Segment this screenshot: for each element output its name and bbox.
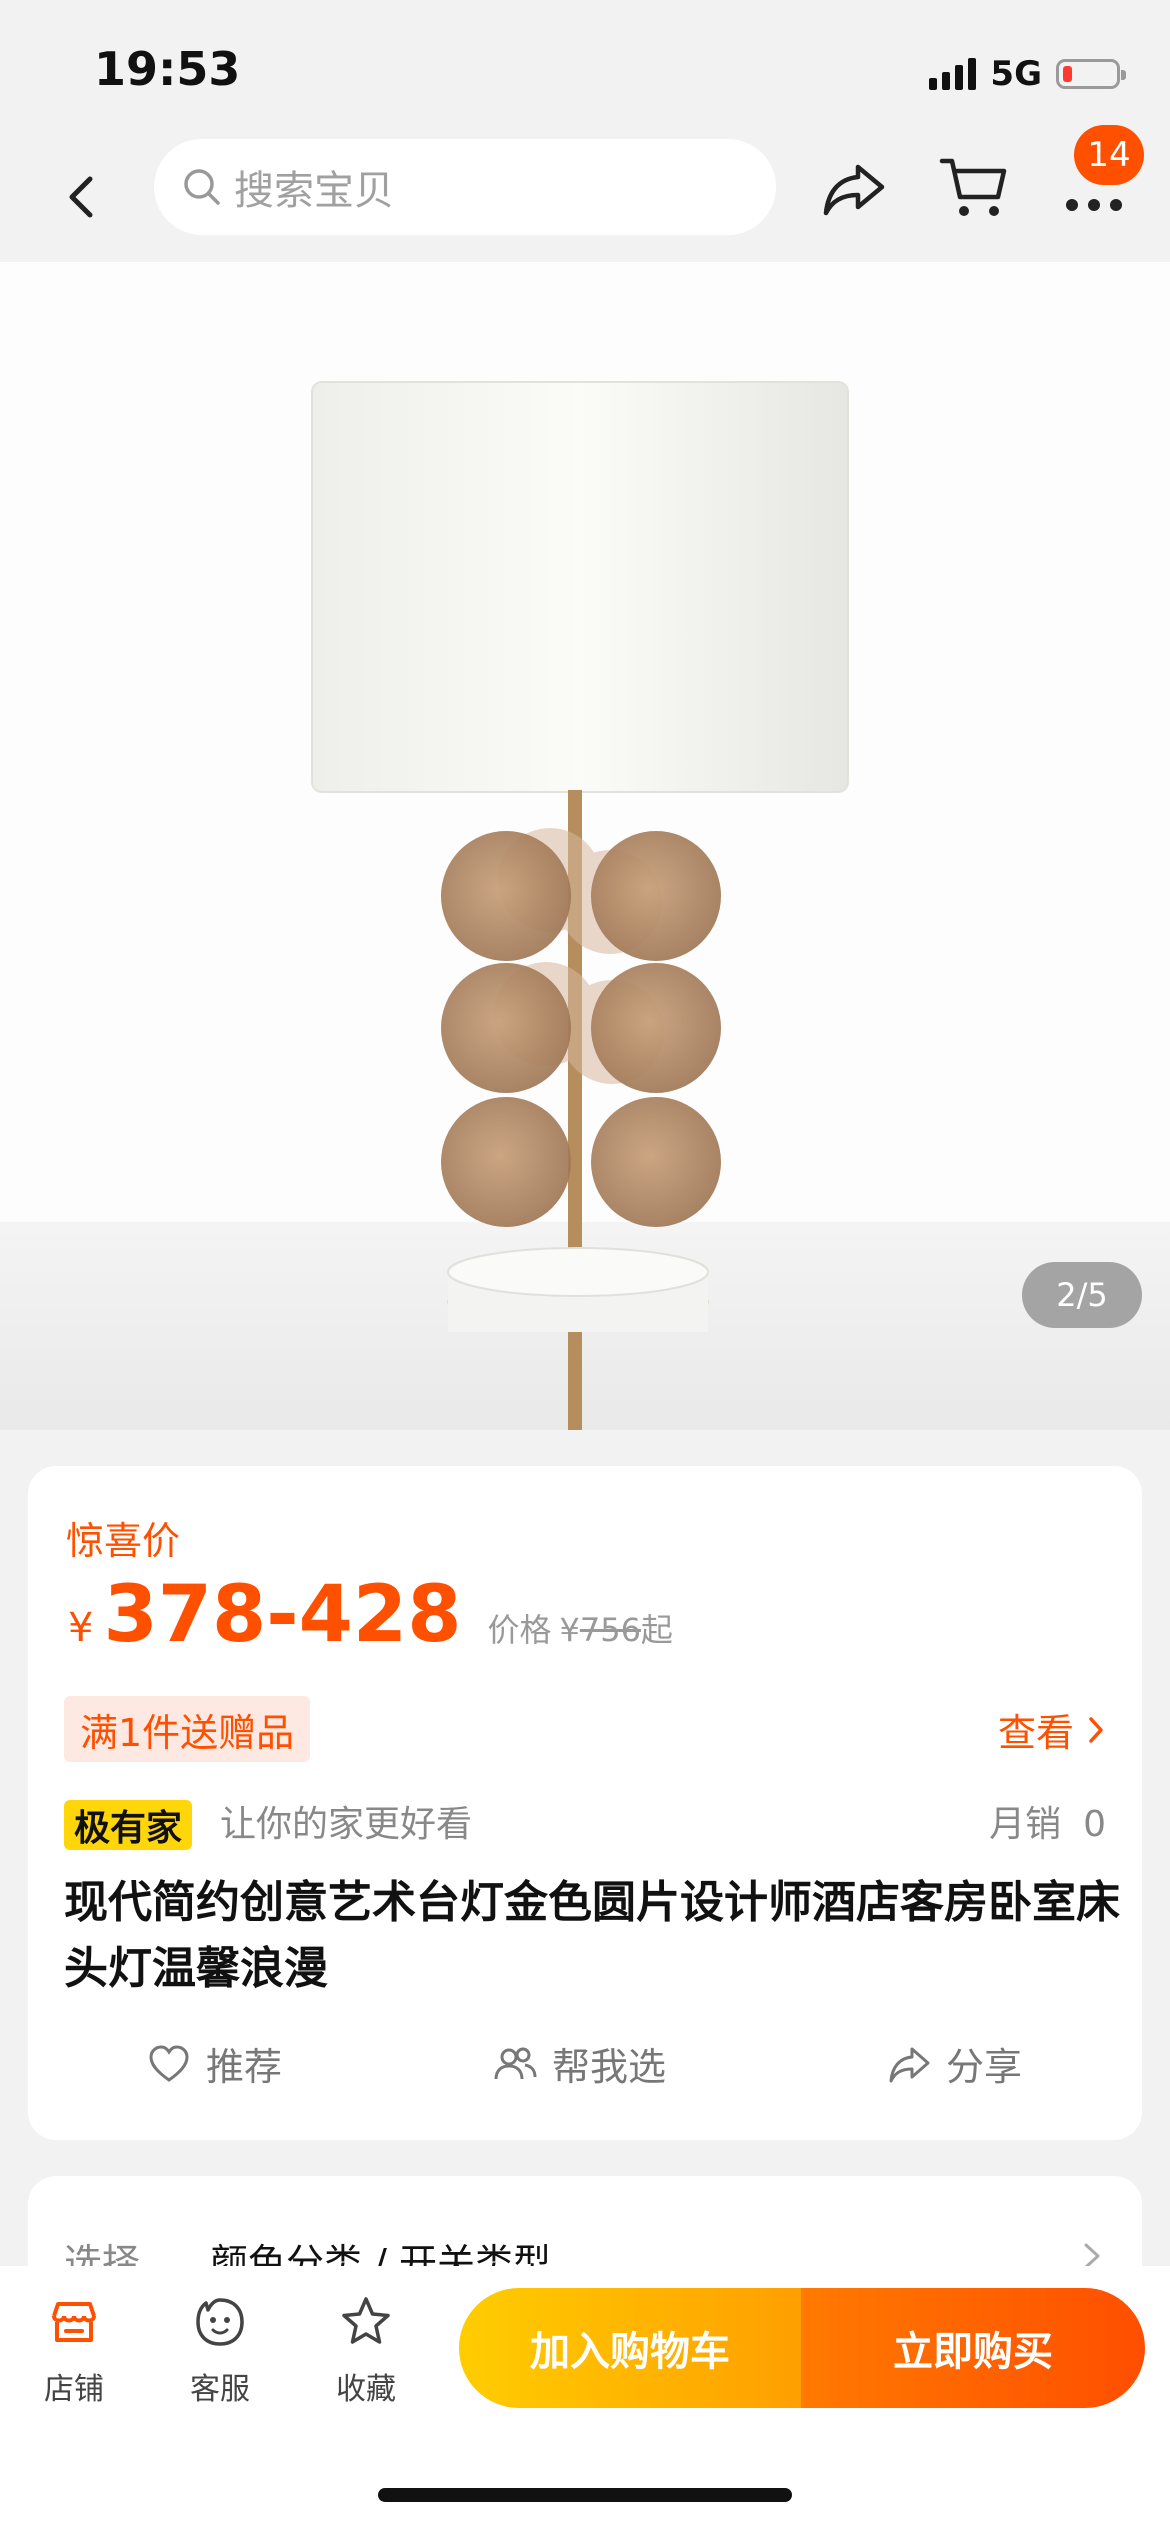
buy-now-button[interactable]: 立即购买	[801, 2288, 1145, 2408]
price-value: 378-428	[103, 1570, 462, 1660]
top-nav: 搜索宝贝 14	[0, 125, 1170, 260]
favorite-button[interactable]: 收藏	[306, 2294, 426, 2408]
store-label: 店铺	[44, 2372, 104, 2407]
star-icon	[342, 2297, 390, 2344]
help-choose-label: 帮我选	[552, 2045, 667, 2089]
currency-symbol: ¥	[68, 1605, 94, 1651]
status-time: 19:53	[94, 42, 241, 96]
promo-view-link[interactable]: 查看	[998, 1702, 1106, 1757]
share-action-button[interactable]: 分享	[886, 2036, 1022, 2091]
product-info-card: 惊喜价 ¥ 378-428 价格 ¥ 756 起 满1件送赠品 查看 极有家 让…	[28, 1466, 1142, 2140]
customer-service-button[interactable]: 客服	[160, 2294, 280, 2408]
price-tag-label: 惊喜价	[66, 1519, 181, 1563]
original-price-label: 价格	[487, 1611, 552, 1649]
heart-icon	[149, 2044, 189, 2082]
brand-badge: 极有家	[64, 1800, 193, 1850]
status-indicators: 5G	[929, 52, 1126, 96]
customer-service-label: 客服	[190, 2372, 250, 2407]
promo-view-label: 查看	[997, 1711, 1074, 1755]
product-image-gallery[interactable]: 2/5	[0, 262, 1170, 1430]
favorite-label: 收藏	[336, 2372, 396, 2407]
product-image	[311, 381, 849, 1430]
signal-icon	[929, 58, 977, 90]
brand-slogan: 让你的家更好看	[220, 1804, 473, 1845]
search-input[interactable]: 搜索宝贝	[154, 139, 776, 235]
back-icon[interactable]	[56, 169, 112, 225]
share-icon	[889, 2047, 930, 2082]
cart-icon[interactable]	[938, 153, 1010, 223]
monthly-sales-label: 月销	[989, 1804, 1062, 1845]
add-to-cart-button[interactable]: 加入购物车	[459, 2288, 801, 2408]
monthly-sales: 月销 0	[989, 1800, 1106, 1850]
recommend-label: 推荐	[206, 2045, 283, 2089]
help-choose-button[interactable]: 帮我选	[492, 2036, 666, 2091]
image-page-indicator: 2/5	[1022, 1262, 1142, 1328]
recommend-button[interactable]: 推荐	[146, 2036, 282, 2091]
original-price: 756	[579, 1611, 641, 1649]
purchase-button-group: 加入购物车 立即购买	[459, 2288, 1145, 2408]
status-bar: 19:53 5G	[0, 0, 1170, 135]
search-icon	[184, 169, 220, 205]
store-button[interactable]: 店铺	[14, 2294, 134, 2408]
chevron-right-icon	[1089, 1716, 1103, 1743]
product-actions: 推荐 帮我选 分享	[28, 2036, 1142, 2106]
price-row: ¥ 378-428 价格 ¥ 756 起	[68, 1570, 673, 1660]
monthly-sales-value: 0	[1083, 1804, 1106, 1845]
cart-count-badge: 14	[1074, 125, 1144, 185]
home-indicator[interactable]	[378, 2488, 792, 2502]
chat-face-icon	[196, 2298, 244, 2346]
store-icon	[52, 2302, 96, 2342]
original-price-suffix: 起	[640, 1611, 673, 1649]
share-label: 分享	[946, 2045, 1023, 2089]
network-label: 5G	[990, 54, 1042, 94]
promo-badge: 满1件送赠品	[64, 1696, 311, 1762]
share-icon[interactable]	[820, 157, 890, 223]
people-icon	[494, 2047, 537, 2079]
battery-icon	[1056, 59, 1126, 89]
original-price-currency: ¥	[559, 1611, 580, 1649]
search-placeholder: 搜索宝贝	[234, 168, 394, 214]
product-title: 现代简约创意艺术台灯金色圆片设计师酒店客房卧室床头灯温馨浪漫	[64, 1877, 1120, 1994]
